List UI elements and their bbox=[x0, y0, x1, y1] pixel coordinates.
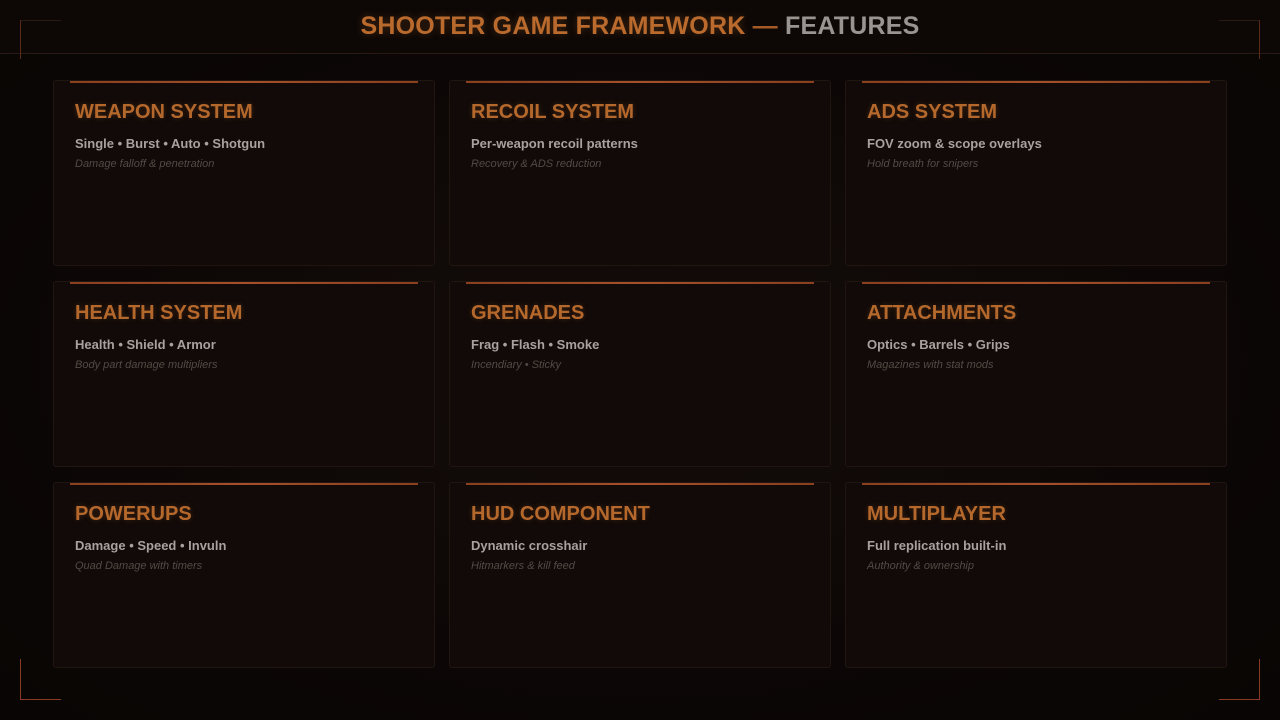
page-title-separator: — bbox=[752, 12, 778, 40]
feature-summary: Damage • Speed • Invuln bbox=[75, 538, 227, 553]
card-accent-line bbox=[862, 282, 1210, 284]
feature-grid: WEAPON SYSTEM Single • Burst • Auto • Sh… bbox=[53, 80, 1227, 668]
feature-detail: Quad Damage with timers bbox=[75, 560, 203, 572]
feature-summary: Single • Burst • Auto • Shotgun bbox=[75, 136, 266, 151]
feature-detail: Magazines with stat mods bbox=[867, 359, 994, 371]
feature-card-ads-system: ADS SYSTEM FOV zoom & scope overlays Hol… bbox=[845, 80, 1227, 266]
card-accent-line bbox=[862, 81, 1210, 83]
header-bar: SHOOTER GAME FRAMEWORK — FEATURES bbox=[0, 0, 1280, 54]
feature-detail: Damage falloff & penetration bbox=[75, 158, 215, 170]
feature-summary: Frag • Flash • Smoke bbox=[471, 337, 600, 352]
feature-summary: Optics • Barrels • Grips bbox=[867, 337, 1010, 352]
feature-summary: Full replication built-in bbox=[867, 538, 1007, 553]
page-title: SHOOTER GAME FRAMEWORK — FEATURES bbox=[0, 12, 1280, 41]
feature-title: ADS SYSTEM bbox=[867, 101, 998, 123]
feature-title: HUD COMPONENT bbox=[471, 503, 650, 525]
feature-summary: Health • Shield • Armor bbox=[75, 337, 216, 352]
feature-card-health-system: HEALTH SYSTEM Health • Shield • Armor Bo… bbox=[53, 281, 435, 467]
card-accent-line bbox=[862, 483, 1210, 485]
feature-title: WEAPON SYSTEM bbox=[75, 101, 253, 123]
card-accent-line bbox=[466, 282, 814, 284]
feature-detail: Recovery & ADS reduction bbox=[471, 158, 602, 170]
feature-card-grenades: GRENADES Frag • Flash • Smoke Incendiary… bbox=[449, 281, 831, 467]
feature-detail: Incendiary • Sticky bbox=[471, 359, 562, 371]
corner-bracket-top-left bbox=[20, 20, 61, 59]
card-accent-line bbox=[70, 81, 418, 83]
corner-bracket-top-right bbox=[1219, 20, 1260, 59]
feature-summary: FOV zoom & scope overlays bbox=[867, 136, 1042, 151]
feature-summary: Per-weapon recoil patterns bbox=[471, 136, 638, 151]
page-title-sub: FEATURES bbox=[784, 12, 920, 40]
card-accent-line bbox=[466, 81, 814, 83]
feature-card-hud-component: HUD COMPONENT Dynamic crosshair Hitmarke… bbox=[449, 482, 831, 668]
feature-card-weapon-system: WEAPON SYSTEM Single • Burst • Auto • Sh… bbox=[53, 80, 435, 266]
feature-card-attachments: ATTACHMENTS Optics • Barrels • Grips Mag… bbox=[845, 281, 1227, 467]
feature-detail: Body part damage multipliers bbox=[75, 359, 218, 371]
feature-detail: Hitmarkers & kill feed bbox=[471, 560, 575, 572]
feature-title: GRENADES bbox=[471, 302, 585, 324]
feature-title: ATTACHMENTS bbox=[867, 302, 1017, 324]
feature-card-multiplayer: MULTIPLAYER Full replication built-in Au… bbox=[845, 482, 1227, 668]
feature-detail: Authority & ownership bbox=[867, 560, 974, 572]
feature-card-powerups: POWERUPS Damage • Speed • Invuln Quad Da… bbox=[53, 482, 435, 668]
feature-title: POWERUPS bbox=[75, 503, 192, 525]
feature-title: HEALTH SYSTEM bbox=[75, 302, 243, 324]
feature-summary: Dynamic crosshair bbox=[471, 538, 588, 553]
card-accent-line bbox=[466, 483, 814, 485]
feature-card-recoil-system: RECOIL SYSTEM Per-weapon recoil patterns… bbox=[449, 80, 831, 266]
card-accent-line bbox=[70, 282, 418, 284]
card-accent-line bbox=[70, 483, 418, 485]
feature-detail: Hold breath for snipers bbox=[867, 158, 979, 170]
page-title-main: SHOOTER GAME FRAMEWORK bbox=[360, 12, 746, 40]
feature-title: MULTIPLAYER bbox=[867, 503, 1006, 525]
feature-title: RECOIL SYSTEM bbox=[471, 101, 634, 123]
